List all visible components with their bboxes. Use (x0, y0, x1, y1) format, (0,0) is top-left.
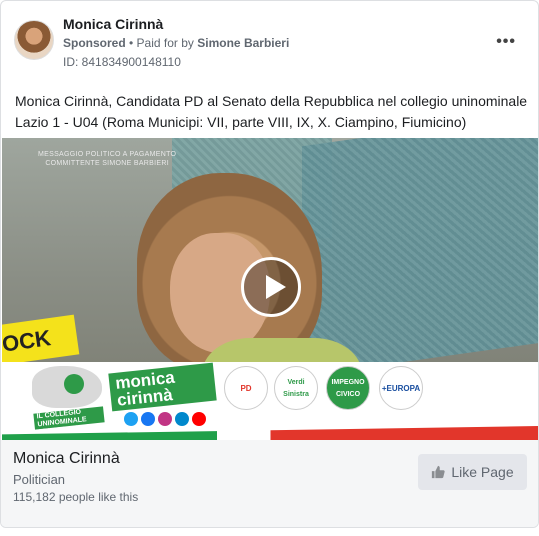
page-name[interactable]: Monica Cirinnà (13, 450, 120, 468)
like-page-label: Like Page (451, 464, 514, 480)
background-tarp (302, 138, 538, 377)
post-header: Monica Cirinnà Sponsored • Paid for by S… (13, 13, 526, 73)
ad-card: Monica Cirinnà Sponsored • Paid for by S… (0, 0, 539, 528)
disclaimer-line: COMMITTENTE SIMONE BARBIERI (45, 160, 169, 167)
disclaimer-line: MESSAGGIO POLITICO A PAGAMENTO (38, 151, 177, 158)
facebook-icon (141, 412, 155, 426)
social-icons (124, 412, 206, 426)
video-media[interactable]: MESSAGGIO POLITICO A PAGAMENTO COMMITTEN… (2, 138, 538, 440)
party-logo-verdi-sinistra: Verdi Sinistra (274, 366, 318, 410)
party-logo-impegno-civico: IMPEGNO CIVICO (326, 366, 370, 410)
author-name[interactable]: Monica Cirinnà (63, 16, 163, 32)
sponsored-line: Sponsored • Paid for by Simone Barbieri (63, 36, 289, 50)
political-disclaimer: MESSAGGIO POLITICO A PAGAMENTO COMMITTEN… (38, 150, 176, 168)
map-marker (64, 374, 84, 394)
campaign-banner: IL COLLEGIO UNINOMINALE SENATO ROMA U04 … (2, 362, 538, 440)
ad-id: ID: 841834900148110 (63, 55, 181, 69)
page-likes-count: 115,182 people like this (13, 490, 139, 504)
telegram-icon (175, 412, 189, 426)
twitter-icon (124, 412, 138, 426)
author-avatar[interactable] (14, 20, 54, 60)
like-page-button[interactable]: Like Page (418, 454, 527, 490)
party-logo-piu-europa: +EUROPA (379, 366, 423, 410)
sponsored-label: Sponsored (63, 36, 126, 50)
page-footer: Monica Cirinnà Politician 115,182 people… (1, 440, 538, 527)
seat-label: IL COLLEGIO UNINOMINALE SENATO ROMA U04 (33, 406, 105, 440)
more-options-icon[interactable]: ••• (496, 33, 516, 51)
play-icon[interactable] (241, 257, 301, 317)
youtube-icon (192, 412, 206, 426)
paid-for-label: • Paid for by (129, 36, 194, 50)
candidate-brand: monica cirinnà (108, 362, 217, 412)
post-caption: Monica Cirinnà, Candidata PD al Senato d… (15, 93, 528, 130)
instagram-icon (158, 412, 172, 426)
page-category: Politician (13, 472, 66, 487)
thumbs-up-icon (432, 465, 446, 479)
yellow-sign: OCK (2, 314, 80, 368)
payer-name: Simone Barbieri (197, 36, 290, 50)
party-logo-pd: PD (224, 366, 268, 410)
